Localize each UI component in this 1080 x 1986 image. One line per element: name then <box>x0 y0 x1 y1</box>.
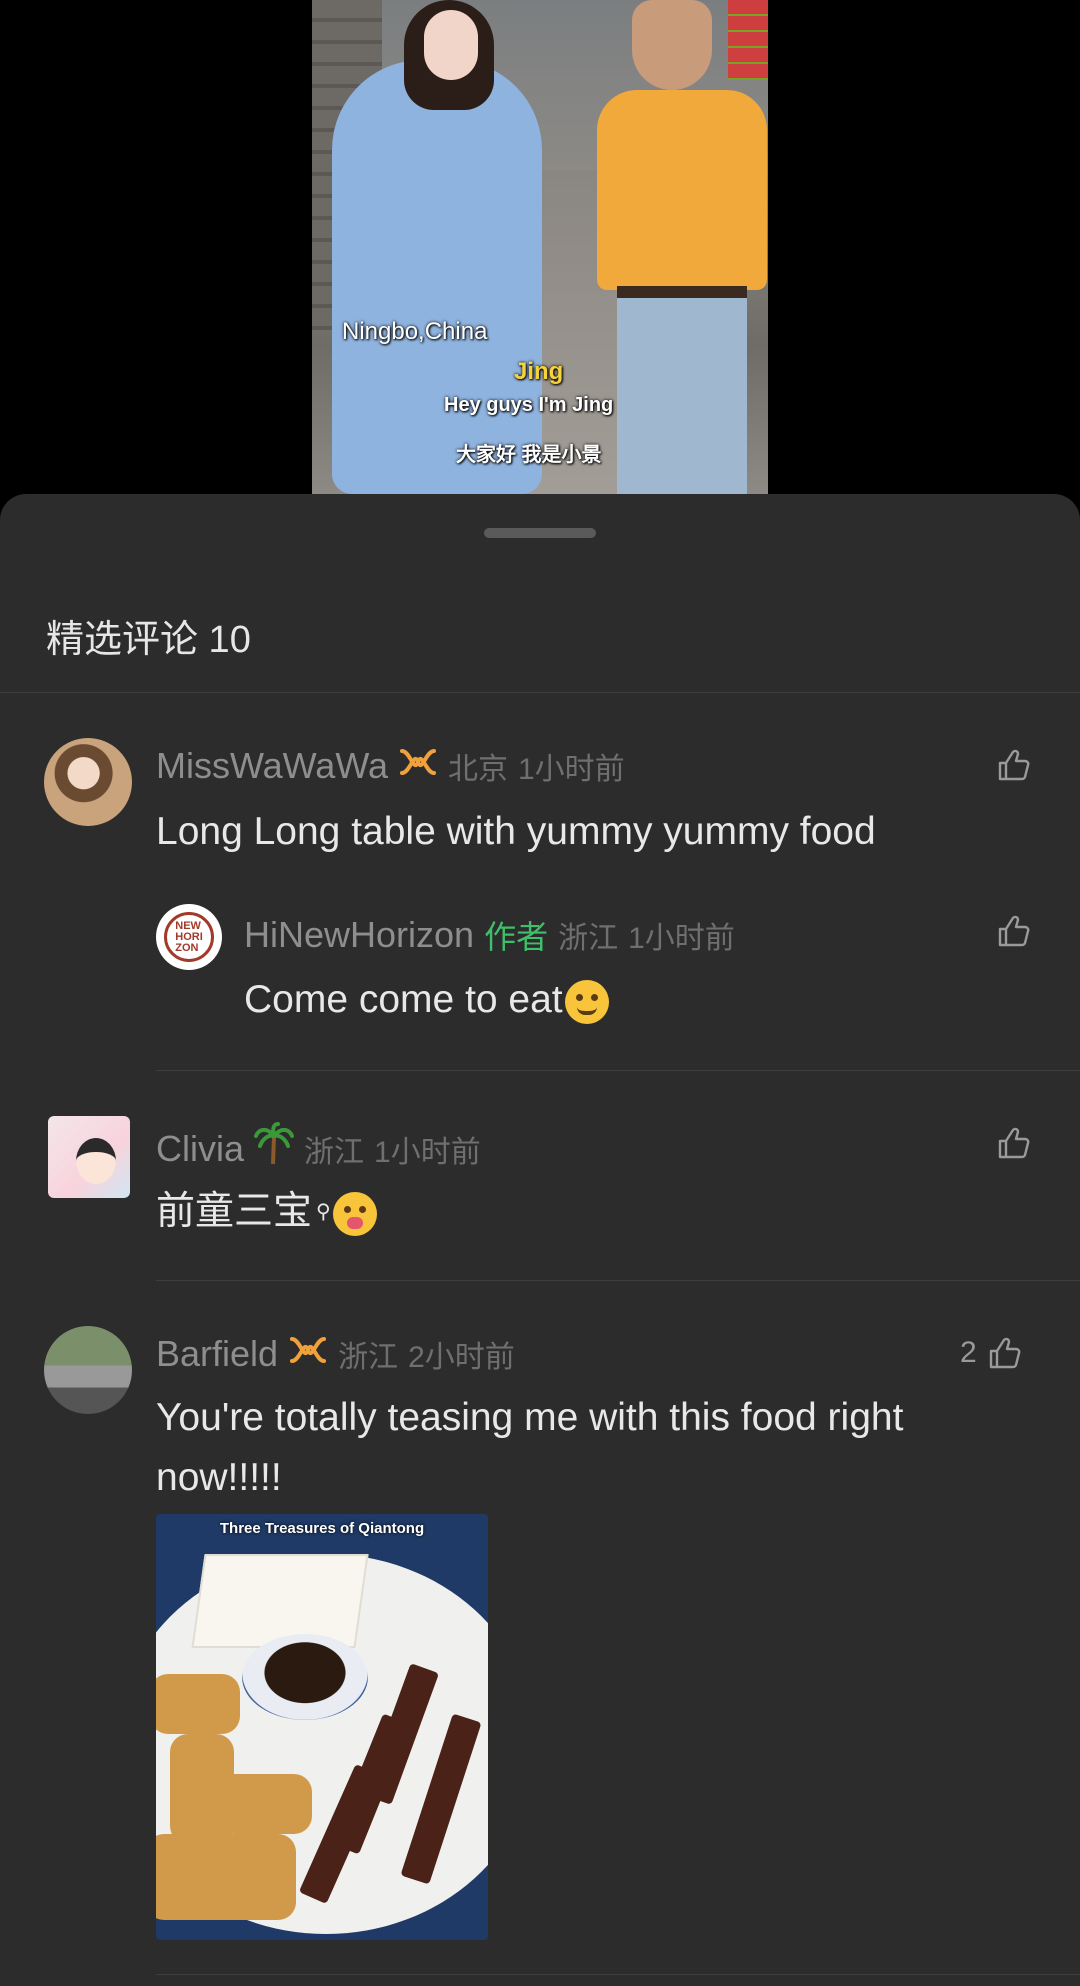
loop-badge-icon <box>288 1335 328 1373</box>
comment-text-content: 前童三宝 <box>156 1190 313 1233</box>
hugging-face-emoji <box>564 979 609 1024</box>
comment-text: You're totally teasing me with this food… <box>156 1396 904 1499</box>
avatar-face <box>76 1138 116 1184</box>
fried-tofu <box>156 1674 240 1734</box>
comment-divider <box>156 1280 1080 1281</box>
username[interactable]: Clivia <box>156 1128 244 1170</box>
comment-location: 北京 <box>447 753 508 786</box>
avatar-clivia[interactable] <box>48 1116 130 1198</box>
comment-header: Barfield 浙江 2小时前 <box>156 1332 515 1376</box>
reply-text-content: Come come to eat <box>244 978 563 1021</box>
avatar-hinewhorizon[interactable]: NEW HORI ZON <box>156 904 222 970</box>
thumb-up-icon <box>998 749 1030 781</box>
thumb-up-icon <box>998 915 1030 947</box>
zany-face-emoji <box>332 1191 377 1236</box>
username[interactable]: Barfield <box>156 1333 278 1375</box>
video-person-man-head <box>632 0 712 90</box>
video-frame[interactable]: Ningbo,China Jing Hey guys I'm Jing 大家好 … <box>312 0 768 494</box>
video-player[interactable]: Ningbo,China Jing Hey guys I'm Jing 大家好 … <box>0 0 1080 500</box>
comment-time: 1小时前 <box>517 753 625 786</box>
video-lanterns <box>728 0 768 80</box>
video-caption-line-english: Hey guys I'm Jing <box>444 394 614 416</box>
like-count: 2 <box>960 1336 977 1369</box>
comments-title: 精选评论 10 <box>46 619 251 661</box>
fried-tofu <box>156 1834 296 1920</box>
like-button[interactable]: 2 <box>960 1336 1021 1370</box>
reply-header: HiNewHorizon 作者 浙江 1小时前 <box>244 912 735 958</box>
thumb-up-icon <box>989 1337 1021 1369</box>
like-button[interactable] <box>996 914 1030 948</box>
sheet-drag-handle[interactable] <box>484 528 596 538</box>
comment-divider <box>156 1070 1080 1071</box>
video-man-jeans <box>617 290 747 494</box>
video-caption-name: Jing <box>514 358 564 385</box>
reply-text: Come come to eat <box>244 970 1024 1030</box>
video-person-woman <box>332 60 542 494</box>
palm-tree-icon <box>254 1122 295 1175</box>
comment-location: 浙江 <box>558 922 619 955</box>
thumb-up-icon <box>998 1127 1030 1159</box>
like-button[interactable] <box>996 748 1030 782</box>
comment-image[interactable]: Three Treasures of Qiantong <box>156 1514 488 1940</box>
video-person-woman-face <box>424 10 478 80</box>
username[interactable]: MissWaWaWa <box>156 745 388 787</box>
video-person-man <box>597 90 767 494</box>
comment-time: 2小时前 <box>408 1341 515 1374</box>
tofu <box>191 1554 369 1648</box>
avatar-barfield[interactable] <box>44 1326 132 1414</box>
video-man-shirt <box>597 90 767 290</box>
comment-divider <box>156 1974 1080 1975</box>
new-horizon-logo: NEW HORI ZON <box>164 912 214 962</box>
sauce-bowl <box>242 1634 368 1720</box>
search-icon[interactable]: ⚲ <box>316 1201 331 1223</box>
video-caption-line-chinese: 大家好 我是小景 <box>456 444 602 466</box>
comment-location: 浙江 <box>338 1341 399 1374</box>
comments-sheet: 精选评论 10 MissWaWaWa 北京 1小时前 Long Long tab… <box>0 494 1080 1986</box>
comment-header: MissWaWaWa 北京 1小时前 <box>156 744 625 788</box>
like-button[interactable] <box>996 1126 1030 1160</box>
title-divider <box>0 692 1080 693</box>
avatar-misswawawa[interactable] <box>44 738 132 826</box>
comment-time: 1小时前 <box>628 922 735 955</box>
comment-location: 浙江 <box>304 1135 365 1169</box>
fried-tofu <box>216 1774 312 1834</box>
username[interactable]: HiNewHorizon <box>244 914 474 956</box>
comment-text: 前童三宝 ⚲ <box>156 1182 1016 1242</box>
video-caption-location: Ningbo,China <box>342 318 488 345</box>
comment-header: Clivia 浙江 1小时前 <box>156 1122 481 1175</box>
video-man-belt <box>617 286 747 298</box>
loop-badge-icon <box>398 747 438 785</box>
comment-time: 1小时前 <box>374 1135 481 1169</box>
image-caption: Three Treasures of Qiantong <box>219 1520 425 1537</box>
author-tag: 作者 <box>484 919 549 955</box>
comment-text: Long Long table with yummy yummy food <box>156 810 876 853</box>
